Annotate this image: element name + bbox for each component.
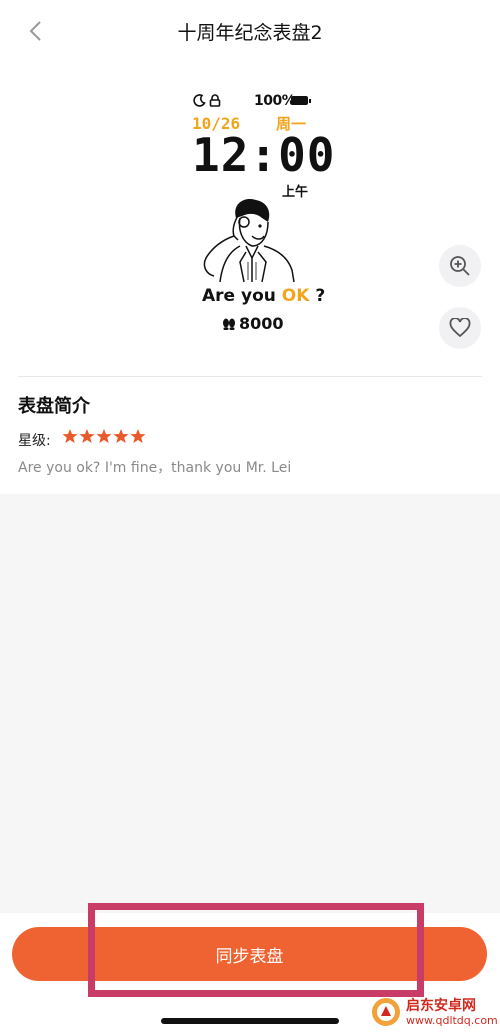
caption-ok: OK — [281, 286, 310, 306]
watch-steps: 8000 — [239, 314, 284, 333]
watch-time: 12:00 — [192, 128, 336, 182]
watermark-url: www.qdltdq.com — [406, 1013, 498, 1027]
watch-face-description: Are you ok? I'm fine，thank you Mr. Lei — [18, 460, 292, 476]
highlight-annotation-box — [88, 903, 424, 997]
zoom-in-icon — [450, 256, 470, 276]
caption-prefix: Are you — [202, 286, 282, 306]
watermark: 启东安卓网 www.qdltdq.com — [370, 992, 500, 1032]
watch-face-preview: 100% 10/26 周一 12:00 上午 Are you OK ? 8000 — [190, 92, 334, 342]
caption-suffix: ? — [309, 286, 326, 306]
star-icon — [113, 429, 129, 443]
watch-caption: Are you OK ? — [202, 286, 325, 306]
battery-icon — [291, 96, 311, 105]
zoom-in-button[interactable] — [439, 245, 481, 287]
star-icon — [130, 429, 146, 443]
star-icon — [62, 429, 78, 443]
cartoon-man-illustration — [203, 198, 295, 283]
watermark-logo-icon — [372, 998, 400, 1026]
moon-icon — [193, 94, 206, 107]
watermark-name: 启东安卓网 — [406, 997, 476, 1014]
divider — [18, 376, 482, 377]
rating-label: 星级: — [18, 433, 51, 449]
top-bar: 十周年纪念表盘2 — [0, 0, 500, 62]
footsteps-icon — [223, 318, 235, 330]
lock-icon — [209, 94, 221, 107]
battery-percent: 100% — [254, 93, 296, 109]
star-icon — [79, 429, 95, 443]
page-title: 十周年纪念表盘2 — [177, 22, 323, 44]
home-indicator — [161, 1018, 339, 1024]
star-rating — [62, 428, 146, 444]
watch-status-row: 100% — [190, 92, 315, 112]
heart-icon — [449, 318, 471, 338]
intro-title: 表盘简介 — [18, 396, 90, 417]
favorite-button[interactable] — [439, 307, 481, 349]
star-icon — [96, 429, 112, 443]
